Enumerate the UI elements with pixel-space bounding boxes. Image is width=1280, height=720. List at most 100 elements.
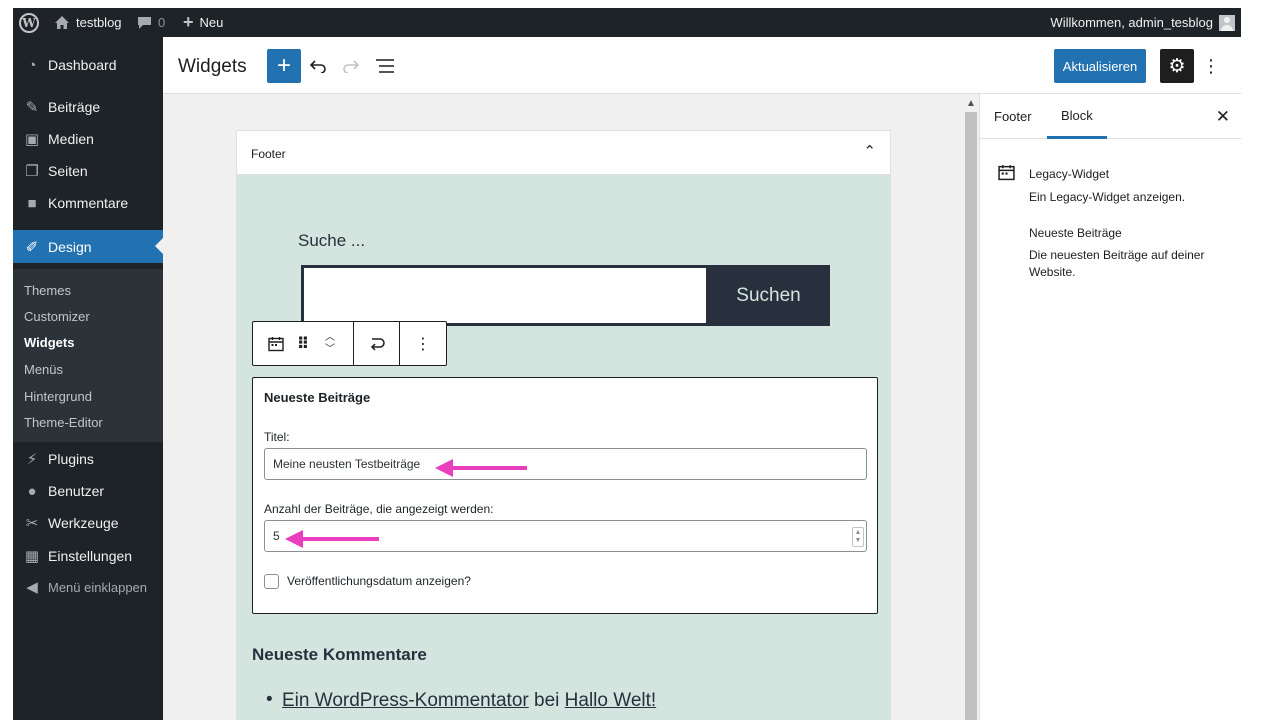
widget-area-footer: Footer ⌃ Suche ... Suchen ⠿ ︿ ﹀ ⋮ Neuest… [236, 130, 891, 720]
calendar-icon [998, 164, 1015, 186]
submenu-customizer[interactable]: Customizer [24, 309, 90, 324]
home-icon [55, 16, 69, 29]
settings-sidebar: Footer Block ✕ Legacy-Widget Ein Legacy-… [979, 94, 1241, 720]
comments-link[interactable]: 0 [137, 8, 165, 37]
submenu-background[interactable]: Hintergrund [24, 389, 92, 404]
pin-icon: ✎ [25, 99, 39, 116]
wordpress-logo-button[interactable]: W [19, 8, 39, 37]
menu-posts[interactable]: ✎ Beiträge [13, 91, 163, 123]
title-field[interactable]: Meine neusten Testbeiträge [264, 448, 867, 480]
page-title: Widgets [178, 56, 247, 77]
menu-media[interactable]: ▣ Medien [13, 123, 163, 155]
account-menu[interactable]: Willkommen, admin_tesblog [1050, 8, 1235, 37]
widget-area-header[interactable]: Footer ⌃ [237, 131, 890, 175]
brush-icon: ✐ [25, 238, 39, 256]
submenu-widgets[interactable]: Widgets [24, 335, 74, 350]
new-label: Neu [199, 15, 224, 30]
add-block-button[interactable]: + [267, 49, 301, 83]
vertical-ellipsis-icon: ⋮ [1202, 55, 1220, 76]
drag-handle[interactable]: ⠿ [293, 322, 313, 365]
search-input[interactable] [301, 265, 709, 326]
wordpress-logo-icon: W [19, 12, 39, 33]
sidebar-tabs: Footer Block ✕ [980, 94, 1241, 139]
editor-canvas: Footer ⌃ Suche ... Suchen ⠿ ︿ ﹀ ⋮ Neuest… [163, 94, 979, 720]
show-date-checkbox[interactable] [264, 574, 279, 589]
widget-description: Die neuesten Beiträge auf deiner Website… [1029, 248, 1205, 279]
settings-toggle-button[interactable]: ⚙ [1160, 49, 1194, 83]
block-toolbar: ⠿ ︿ ﹀ ⋮ [252, 321, 447, 366]
menu-appearance[interactable]: ✐ Design [13, 230, 163, 263]
undo-icon [309, 60, 326, 73]
menu-label: Design [48, 238, 92, 255]
menu-label: Seiten [48, 163, 88, 179]
menu-comments[interactable]: ■ Kommentare [13, 187, 163, 219]
vertical-ellipsis-icon: ⋮ [415, 335, 431, 353]
redo-button[interactable] [334, 49, 368, 83]
media-icon: ▣ [24, 131, 40, 148]
chevron-up-icon[interactable]: ⌃ [863, 142, 876, 160]
menu-label: Werkzeuge [48, 515, 119, 531]
title-field-label: Titel: [264, 430, 290, 444]
appearance-submenu: Themes Customizer Widgets Menüs Hintergr… [13, 269, 163, 442]
editor-header: Widgets + Aktualisieren ⚙ ⋮ [163, 37, 1241, 94]
pages-icon: ❐ [25, 163, 39, 180]
menu-dashboard[interactable]: ◔ Dashboard [13, 49, 163, 81]
spinner-down-icon[interactable]: ▼ [855, 537, 862, 545]
transform-icon [370, 337, 385, 351]
menu-label: Menü einklappen [48, 579, 148, 595]
site-name: testblog [76, 15, 122, 30]
comment-author-link[interactable]: Ein WordPress-Kommentator [282, 690, 529, 711]
list-item: Ein WordPress-Kommentator bei Hallo Welt… [266, 689, 657, 712]
site-name-link[interactable]: testblog [54, 8, 122, 37]
submenu-themes[interactable]: Themes [24, 283, 71, 298]
comment-post-link[interactable]: Hallo Welt! [565, 690, 657, 711]
show-date-label: Veröffentlichungsdatum anzeigen? [287, 574, 471, 588]
submenu-menus[interactable]: Menüs [24, 362, 63, 377]
count-field-label: Anzahl der Beiträge, die angezeigt werde… [264, 502, 494, 516]
menu-label: Plugins [48, 451, 94, 467]
menu-label: Medien [48, 131, 94, 147]
chevron-down-icon[interactable]: ﹀ [325, 344, 335, 356]
more-options-button[interactable]: ⋮ [1194, 49, 1228, 83]
spinner-up-icon[interactable]: ▲ [855, 529, 862, 537]
block-type-button[interactable] [261, 322, 291, 365]
browser-viewport: W testblog 0 + Neu Willkommen, admin_tes… [13, 8, 1241, 720]
dashboard-icon: ◔ [27, 56, 37, 74]
avatar [1219, 14, 1235, 31]
comments-count: 0 [158, 15, 166, 30]
wrench-icon: ✂ [25, 515, 39, 532]
admin-sidebar: ◔ Dashboard ✎ Beiträge ▣ Medien ❐ Seiten ■ Ko… [13, 37, 163, 720]
submenu-theme-editor[interactable]: Theme-Editor [24, 415, 103, 430]
menu-collapse[interactable]: ◀ Menü einklappen [13, 571, 163, 603]
update-button[interactable]: Aktualisieren [1054, 49, 1146, 83]
close-icon[interactable]: ✕ [1216, 107, 1230, 127]
annotation-arrow-icon [435, 459, 527, 477]
new-content-link[interactable]: + Neu [183, 8, 223, 37]
tab-footer[interactable]: Footer [980, 94, 1046, 139]
tab-block[interactable]: Block [1047, 94, 1107, 139]
menu-plugins[interactable]: ⚡ Plugins [13, 443, 163, 475]
menu-users[interactable]: ● Benutzer [13, 475, 163, 507]
annotation-arrow-icon [285, 530, 379, 548]
undo-button[interactable] [301, 49, 335, 83]
number-spinner[interactable]: ▲ ▼ [852, 527, 864, 547]
menu-tools[interactable]: ✂ Werkzeuge [13, 507, 163, 539]
comment-icon: ■ [27, 194, 37, 212]
transform-button[interactable] [354, 322, 399, 365]
widget-name: Neueste Beiträge [1029, 226, 1122, 240]
legacy-widget-form: Neueste Beiträge Titel: Meine neusten Te… [252, 377, 878, 614]
redo-icon [343, 60, 360, 73]
collapse-icon: ◀ [26, 579, 38, 596]
menu-pages[interactable]: ❐ Seiten [13, 155, 163, 187]
block-options-button[interactable]: ⋮ [400, 322, 446, 365]
chevron-up-icon[interactable]: ︿ [325, 332, 335, 344]
scrollbar-thumb[interactable] [965, 112, 977, 720]
scroll-up-arrow-icon[interactable]: ▲ [963, 96, 979, 110]
move-block-buttons[interactable]: ︿ ﹀ [317, 322, 343, 365]
search-button[interactable]: Suchen [707, 265, 830, 326]
list-view-button[interactable] [368, 49, 402, 83]
post-count-value: 5 [273, 529, 280, 543]
menu-settings[interactable]: ▦ Einstellungen [13, 540, 163, 572]
admin-bar: W testblog 0 + Neu Willkommen, admin_tes… [13, 8, 1241, 37]
menu-label: Beiträge [48, 99, 101, 115]
